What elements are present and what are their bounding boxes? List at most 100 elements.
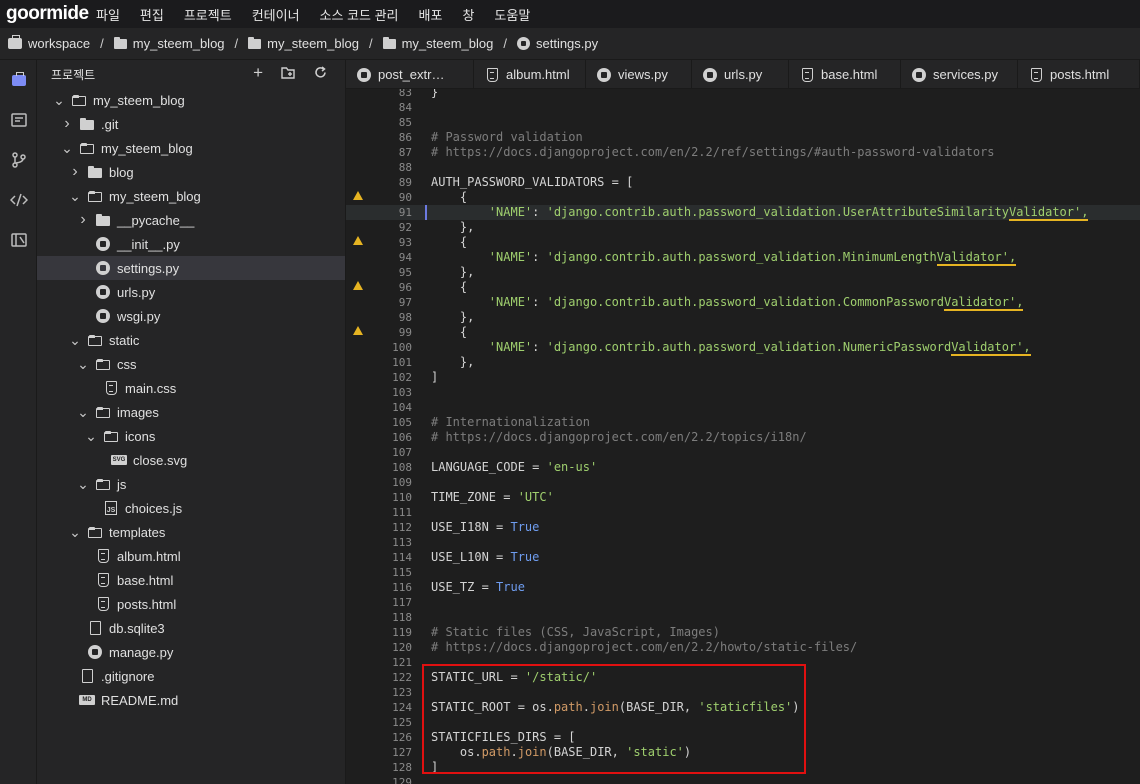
sidebar-title: 프로젝트 bbox=[51, 67, 96, 82]
tree-item[interactable]: ⌄ icons bbox=[37, 424, 345, 448]
tree-item[interactable]: db.sqlite3 bbox=[37, 616, 345, 640]
line-number: 92 bbox=[398, 221, 412, 234]
code-token: path bbox=[481, 745, 511, 759]
line-text: }, bbox=[431, 265, 474, 280]
menu-item[interactable]: 소스 코드 관리 bbox=[320, 5, 399, 24]
line-number: 109 bbox=[392, 476, 412, 489]
tree-item[interactable]: base.html bbox=[37, 568, 345, 592]
code-token: # Static files (CSS, JavaScript, Images) bbox=[431, 625, 720, 639]
line-number: 126 bbox=[392, 731, 412, 744]
code-line: 121 bbox=[346, 655, 1140, 670]
breadcrumb-item[interactable]: my_steem_blog bbox=[382, 36, 493, 51]
refresh-icon[interactable] bbox=[314, 66, 327, 82]
tree-item[interactable]: posts.html bbox=[37, 592, 345, 616]
tree-item-label: README.md bbox=[101, 692, 179, 708]
terminal-icon[interactable] bbox=[0, 100, 37, 140]
tree-item[interactable]: MD README.md bbox=[37, 688, 345, 712]
tree-item-label: close.svg bbox=[133, 452, 188, 468]
tree-item[interactable]: ⌄ my_steem_blog bbox=[37, 184, 345, 208]
tree-item[interactable]: SVG close.svg bbox=[37, 448, 345, 472]
line-number: 86 bbox=[398, 131, 412, 144]
tree-item[interactable]: ⌄ templates bbox=[37, 520, 345, 544]
line-number: 88 bbox=[398, 161, 412, 174]
editor-tab[interactable]: services.py bbox=[901, 60, 1018, 89]
tree-item[interactable]: ⌄ static bbox=[37, 328, 345, 352]
warning-icon[interactable] bbox=[353, 281, 363, 290]
editor-tab[interactable]: urls.py bbox=[692, 60, 789, 89]
editor-tab[interactable]: post_extr… bbox=[346, 60, 474, 89]
tree-item[interactable]: __init__.py bbox=[37, 232, 345, 256]
breadcrumb-separator: / bbox=[100, 36, 104, 51]
tree-item[interactable]: › blog bbox=[37, 160, 345, 184]
tree-item-label: images bbox=[117, 404, 159, 420]
file-tree: ⌄ my_steem_blog › .git ⌄ my_steem_blog › blog ⌄ m… bbox=[37, 88, 345, 712]
breadcrumb-item[interactable]: my_steem_blog bbox=[248, 36, 359, 51]
tree-item-label: my_steem_blog bbox=[109, 188, 201, 204]
tree-item[interactable]: ⌄ my_steem_blog bbox=[37, 88, 345, 112]
chevron-right-icon: › bbox=[64, 115, 70, 132]
menu-item[interactable]: 편집 bbox=[140, 5, 164, 24]
menu-item[interactable]: 파일 bbox=[96, 5, 120, 24]
code-line: 96 { bbox=[346, 280, 1140, 295]
breadcrumb-item[interactable]: workspace bbox=[8, 35, 91, 51]
tree-item[interactable]: JS choices.js bbox=[37, 496, 345, 520]
editor-tab[interactable]: album.html bbox=[474, 60, 586, 89]
tree-item[interactable]: main.css bbox=[37, 376, 345, 400]
html-file-icon bbox=[486, 67, 498, 82]
tree-item[interactable]: album.html bbox=[37, 544, 345, 568]
tree-item[interactable]: ⌄ css bbox=[37, 352, 345, 376]
tree-item[interactable]: ⌄ my_steem_blog bbox=[37, 136, 345, 160]
tree-item[interactable]: .gitignore bbox=[37, 664, 345, 688]
tree-item[interactable]: ⌄ js bbox=[37, 472, 345, 496]
code-line: 111 bbox=[346, 505, 1140, 520]
code-token: Validator', bbox=[951, 340, 1031, 356]
warning-icon[interactable] bbox=[353, 191, 363, 200]
breadcrumb-separator: / bbox=[503, 36, 507, 51]
tree-item[interactable]: wsgi.py bbox=[37, 304, 345, 328]
line-number: 106 bbox=[392, 431, 412, 444]
tree-item[interactable]: manage.py bbox=[37, 640, 345, 664]
add-file-icon[interactable]: + bbox=[253, 64, 263, 82]
code-token: USE_L10N = bbox=[431, 550, 511, 564]
breadcrumb-label: workspace bbox=[28, 36, 91, 51]
code-token: ) bbox=[792, 700, 800, 714]
tree-item[interactable]: settings.py bbox=[37, 256, 345, 280]
editor-tab[interactable]: views.py bbox=[586, 60, 692, 89]
warning-icon[interactable] bbox=[353, 326, 363, 335]
project-icon[interactable] bbox=[0, 60, 37, 100]
tree-item[interactable]: urls.py bbox=[37, 280, 345, 304]
chevron-down-icon: ⌄ bbox=[77, 404, 89, 420]
code-token: # Password validation bbox=[431, 130, 583, 144]
line-text: # Password validation bbox=[431, 130, 583, 145]
line-number: 114 bbox=[392, 551, 412, 564]
editor-tab[interactable]: base.html bbox=[789, 60, 901, 89]
code-icon[interactable] bbox=[0, 180, 37, 220]
editor-tab[interactable]: posts.html bbox=[1018, 60, 1140, 89]
tree-item[interactable]: › .git bbox=[37, 112, 345, 136]
tree-item-label: static bbox=[109, 332, 140, 348]
goormide-logo[interactable]: goormide bbox=[0, 3, 96, 25]
line-text: 'NAME': 'django.contrib.auth.password_va… bbox=[431, 340, 1031, 356]
line-number: 118 bbox=[392, 611, 412, 624]
add-folder-icon[interactable] bbox=[281, 66, 296, 82]
menu-item[interactable]: 프로젝트 bbox=[184, 5, 232, 24]
tree-item[interactable]: ⌄ images bbox=[37, 400, 345, 424]
code-token: : bbox=[532, 250, 547, 264]
source-control-icon[interactable] bbox=[0, 140, 37, 180]
menu-item[interactable]: 컨테이너 bbox=[252, 5, 300, 24]
line-text: # https://docs.djangoproject.com/en/2.2/… bbox=[431, 145, 995, 160]
code-editor[interactable]: 83} 84 85 86 # Password validation 87 # https:… bbox=[346, 89, 1140, 784]
library-icon[interactable] bbox=[0, 220, 37, 260]
menu-item[interactable]: 배포 bbox=[419, 5, 443, 24]
menu-item[interactable]: 도움말 bbox=[494, 5, 530, 24]
menu-item[interactable]: 창 bbox=[462, 5, 474, 24]
breadcrumb-item[interactable]: my_steem_blog bbox=[113, 36, 225, 51]
chevron-down-icon: ⌄ bbox=[85, 428, 97, 444]
code-token: os. bbox=[431, 745, 482, 759]
warning-icon[interactable] bbox=[353, 236, 363, 245]
line-number: 113 bbox=[392, 536, 412, 549]
folder-open-icon bbox=[104, 431, 118, 442]
tree-item[interactable]: › __pycache__ bbox=[37, 208, 345, 232]
tree-item-label: choices.js bbox=[125, 500, 183, 516]
breadcrumb-item[interactable]: settings.py bbox=[516, 36, 598, 51]
